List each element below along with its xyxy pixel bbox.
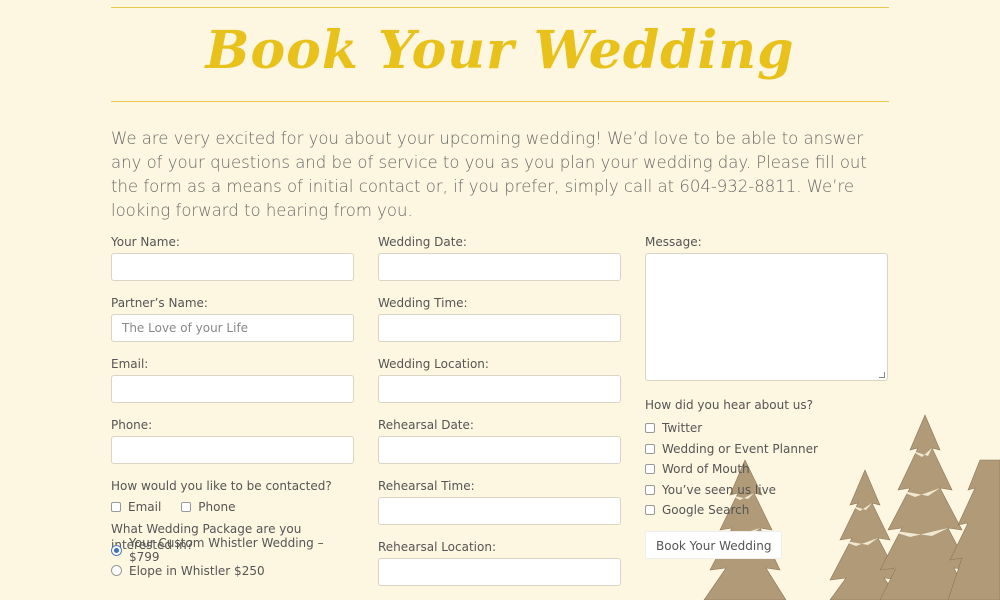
rehearsal-time-field: Rehearsal Time: [378,477,621,538]
message-label: Message: [645,235,702,249]
contact-email-option[interactable]: Email [111,497,161,518]
wedding-time-input[interactable] [378,314,621,342]
contact-email-checkbox[interactable] [111,502,121,513]
message-field: Message: [645,233,888,396]
hear-word-of-mouth-label: Word of Mouth [662,462,750,477]
book-your-wedding-button[interactable]: Book Your Wedding [645,530,783,559]
wedding-location-field: Wedding Location: [378,355,621,416]
wedding-time-field: Wedding Time: [378,294,621,355]
hear-google-label: Google Search [662,503,750,518]
package-custom-label: Your Custom Whistler Wedding – $799 [129,536,324,565]
package-custom-radio[interactable] [111,544,122,556]
contact-phone-checkbox[interactable] [181,502,192,513]
contact-email-label: Email [128,500,162,515]
email-label: Email: [111,357,149,371]
rehearsal-date-input[interactable] [378,436,621,464]
partner-name-input[interactable] [111,314,354,342]
wedding-date-input[interactable] [378,253,621,281]
package-group: What Wedding Package are you interested … [111,520,354,581]
contact-method-group: How would you like to be contacted? Emai… [111,477,354,520]
partner-name-field: Partner’s Name: [111,294,354,355]
email-field: Email: [111,355,354,416]
rehearsal-location-field: Rehearsal Location: [378,538,621,599]
message-textarea[interactable] [645,253,888,381]
contact-method-label: How would you like to be contacted? [111,479,332,493]
wedding-location-input[interactable] [378,375,621,403]
rehearsal-date-label: Rehearsal Date: [378,418,474,432]
bottom-divider [111,101,889,102]
hear-seen-live-label: You’ve seen us live [662,482,777,497]
email-input[interactable] [111,375,354,403]
top-divider [111,7,889,8]
hear-planner-option[interactable]: Wedding or Event Planner [645,439,888,460]
rehearsal-time-label: Rehearsal Time: [378,479,475,493]
hear-word-of-mouth-option[interactable]: Word of Mouth [645,459,888,480]
contact-phone-option[interactable]: Phone [181,497,235,518]
your-name-input[interactable] [111,253,354,281]
rehearsal-location-label: Rehearsal Location: [378,540,497,554]
form-column-3: Message: How did you hear about us? Twit… [645,233,888,559]
form-column-1: Your Name: Partner’s Name: Email: Phone:… [111,233,354,581]
rehearsal-location-input[interactable] [378,558,621,586]
hear-seen-live-option[interactable]: You’ve seen us live [645,480,888,501]
form-column-2: Wedding Date: Wedding Time: Wedding Loca… [378,233,621,599]
wedding-date-label: Wedding Date: [378,235,467,249]
page-title: Book Your Wedding [205,20,795,81]
hear-word-of-mouth-checkbox[interactable] [645,464,655,475]
wedding-location-label: Wedding Location: [378,357,489,371]
hear-twitter-checkbox[interactable] [645,423,655,434]
partner-name-label: Partner’s Name: [111,296,208,310]
your-name-field: Your Name: [111,233,354,294]
hear-google-checkbox[interactable] [645,505,655,516]
rehearsal-time-input[interactable] [378,497,621,525]
rehearsal-date-field: Rehearsal Date: [378,416,621,477]
resize-grip-icon[interactable] [879,372,885,378]
package-elope-label: Elope in Whistler $250 [129,563,265,578]
wedding-date-field: Wedding Date: [378,233,621,294]
hear-twitter-label: Twitter [662,421,703,436]
hear-about-group: How did you hear about us? Twitter Weddi… [645,396,888,521]
hear-planner-checkbox[interactable] [645,443,655,454]
package-option-custom[interactable]: Your Custom Whistler Wedding – $799 [111,536,354,564]
hear-about-label: How did you hear about us? [645,398,813,412]
phone-label: Phone: [111,418,153,432]
contact-phone-label: Phone [198,500,236,515]
package-elope-radio[interactable] [111,565,122,577]
hear-google-option[interactable]: Google Search [645,500,888,521]
intro-paragraph: We are very excited for you about your u… [111,129,867,220]
your-name-label: Your Name: [111,235,180,249]
phone-input[interactable] [111,436,354,464]
hear-planner-label: Wedding or Event Planner [662,441,818,456]
hear-twitter-option[interactable]: Twitter [645,418,888,439]
hear-seen-live-checkbox[interactable] [645,484,655,495]
wedding-time-label: Wedding Time: [378,296,468,310]
phone-field: Phone: [111,416,354,477]
